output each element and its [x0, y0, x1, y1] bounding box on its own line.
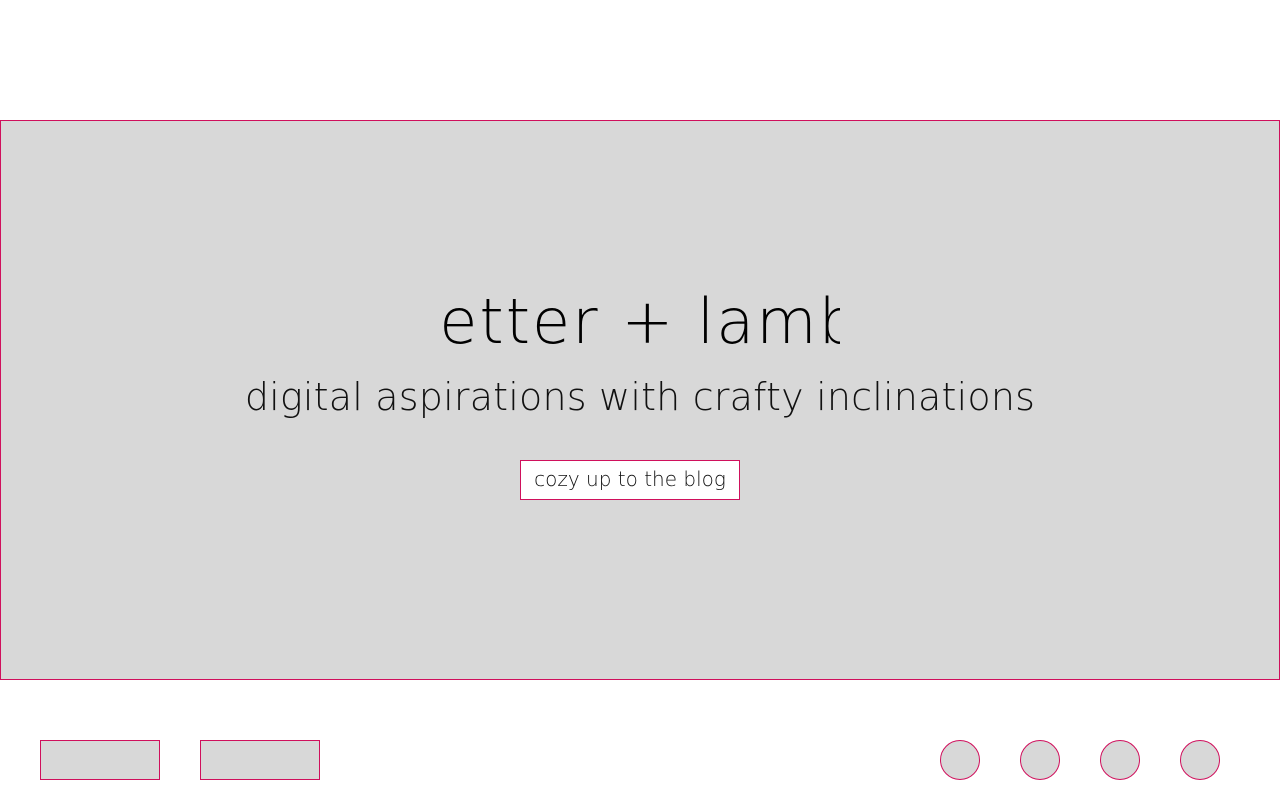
page: letter + lamb digital aspirations with c… — [0, 0, 1280, 800]
social-icon-1[interactable] — [940, 740, 980, 780]
hero-title: letter + lamb — [1, 287, 1279, 359]
hero-banner: letter + lamb digital aspirations with c… — [0, 120, 1280, 680]
footer-nav-button-2[interactable] — [200, 740, 320, 780]
social-icon-2[interactable] — [1020, 740, 1060, 780]
social-icon-4[interactable] — [1180, 740, 1220, 780]
top-bar — [0, 0, 1280, 120]
hero-title-handwritten: letter + lamb — [440, 287, 840, 358]
footer-nav-button-1[interactable] — [40, 740, 160, 780]
hero-subtitle: digital aspirations with crafty inclinat… — [244, 375, 1036, 419]
social-icon-3[interactable] — [1100, 740, 1140, 780]
hero-title-text: letter + lamb — [440, 287, 840, 358]
blog-cta-button[interactable]: cozy up to the blog — [520, 460, 740, 500]
